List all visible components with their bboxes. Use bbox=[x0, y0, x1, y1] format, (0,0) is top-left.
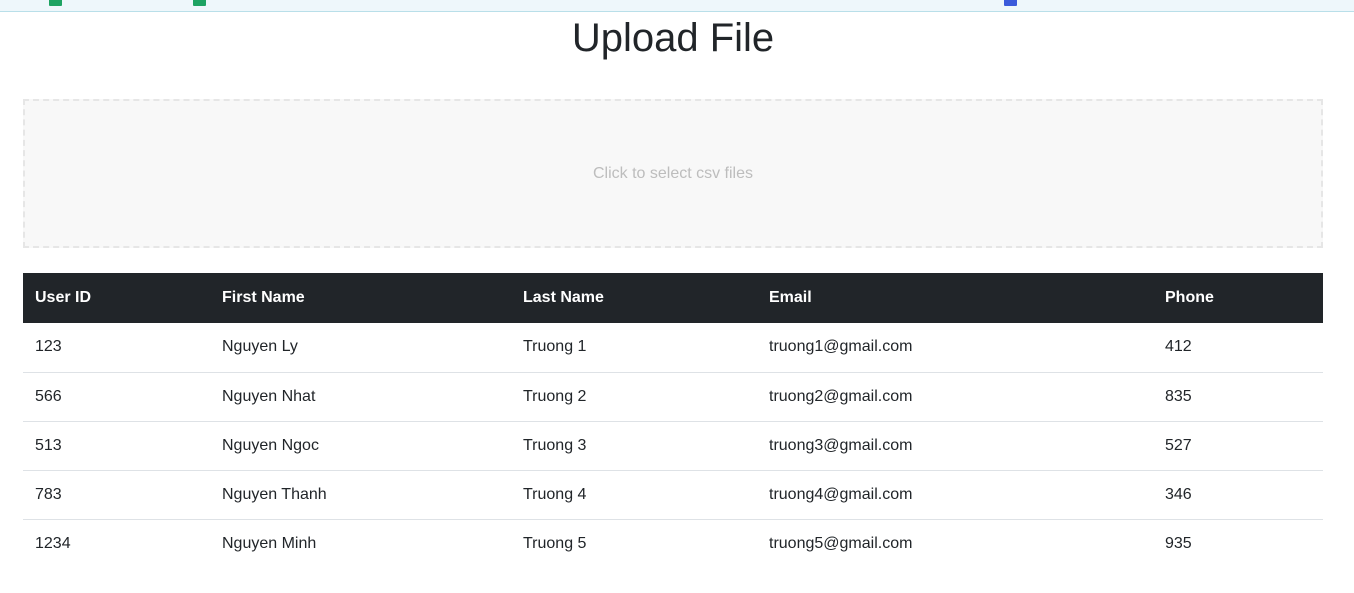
table-body: 123 Nguyen Ly Truong 1 truong1@gmail.com… bbox=[23, 323, 1323, 568]
bookmarks-bar bbox=[0, 0, 1354, 12]
cell-user-id: 566 bbox=[23, 372, 210, 422]
table-header: User ID First Name Last Name Email Phone bbox=[23, 273, 1323, 323]
cell-first-name: Nguyen Thanh bbox=[210, 470, 511, 520]
cell-email: truong4@gmail.com bbox=[757, 470, 1153, 520]
sheets-bookmark-icon[interactable] bbox=[49, 0, 62, 6]
column-header-phone: Phone bbox=[1153, 273, 1323, 323]
cell-email: truong1@gmail.com bbox=[757, 323, 1153, 373]
column-header-first-name: First Name bbox=[210, 273, 511, 323]
table-row: 566 Nguyen Nhat Truong 2 truong2@gmail.c… bbox=[23, 372, 1323, 422]
column-header-last-name: Last Name bbox=[511, 273, 757, 323]
table-row: 513 Nguyen Ngoc Truong 3 truong3@gmail.c… bbox=[23, 421, 1323, 471]
table-row: 1234 Nguyen Minh Truong 5 truong5@gmail.… bbox=[23, 519, 1323, 568]
csv-dropzone[interactable]: Click to select csv files bbox=[23, 99, 1323, 248]
cell-phone: 412 bbox=[1153, 323, 1323, 373]
cell-phone: 346 bbox=[1153, 470, 1323, 520]
cell-last-name: Truong 3 bbox=[511, 421, 757, 471]
cell-phone: 527 bbox=[1153, 421, 1323, 471]
facebook-bookmark-icon[interactable] bbox=[1004, 0, 1017, 6]
cell-email: truong3@gmail.com bbox=[757, 421, 1153, 471]
column-header-email: Email bbox=[757, 273, 1153, 323]
cell-user-id: 513 bbox=[23, 421, 210, 471]
sheets-bookmark-icon[interactable] bbox=[193, 0, 206, 6]
dropzone-label: Click to select csv files bbox=[592, 164, 754, 182]
cell-email: truong5@gmail.com bbox=[769, 534, 913, 552]
cell-last-name: Truong 5 bbox=[523, 534, 587, 552]
cell-last-name: Truong 1 bbox=[511, 323, 757, 373]
users-table: User ID First Name Last Name Email Phone… bbox=[23, 273, 1323, 568]
page-title: Upload File bbox=[571, 16, 775, 60]
cell-email: truong2@gmail.com bbox=[757, 372, 1153, 422]
header-row: User ID First Name Last Name Email Phone bbox=[23, 273, 1323, 323]
cell-user-id: 1234 bbox=[35, 534, 71, 552]
cell-first-name: Nguyen Minh bbox=[222, 534, 317, 552]
table-row: 123 Nguyen Ly Truong 1 truong1@gmail.com… bbox=[23, 323, 1323, 373]
cell-last-name: Truong 4 bbox=[511, 470, 757, 520]
table-row: 783 Nguyen Thanh Truong 4 truong4@gmail.… bbox=[23, 470, 1323, 520]
cell-user-id: 123 bbox=[23, 323, 210, 373]
column-header-user-id: User ID bbox=[23, 273, 210, 323]
cell-phone: 835 bbox=[1153, 372, 1323, 422]
cell-first-name: Nguyen Ngoc bbox=[210, 421, 511, 471]
cell-user-id: 783 bbox=[23, 470, 210, 520]
cell-last-name: Truong 2 bbox=[511, 372, 757, 422]
cell-phone: 935 bbox=[1165, 534, 1192, 552]
cell-first-name: Nguyen Nhat bbox=[210, 372, 511, 422]
cell-first-name: Nguyen Ly bbox=[210, 323, 511, 373]
